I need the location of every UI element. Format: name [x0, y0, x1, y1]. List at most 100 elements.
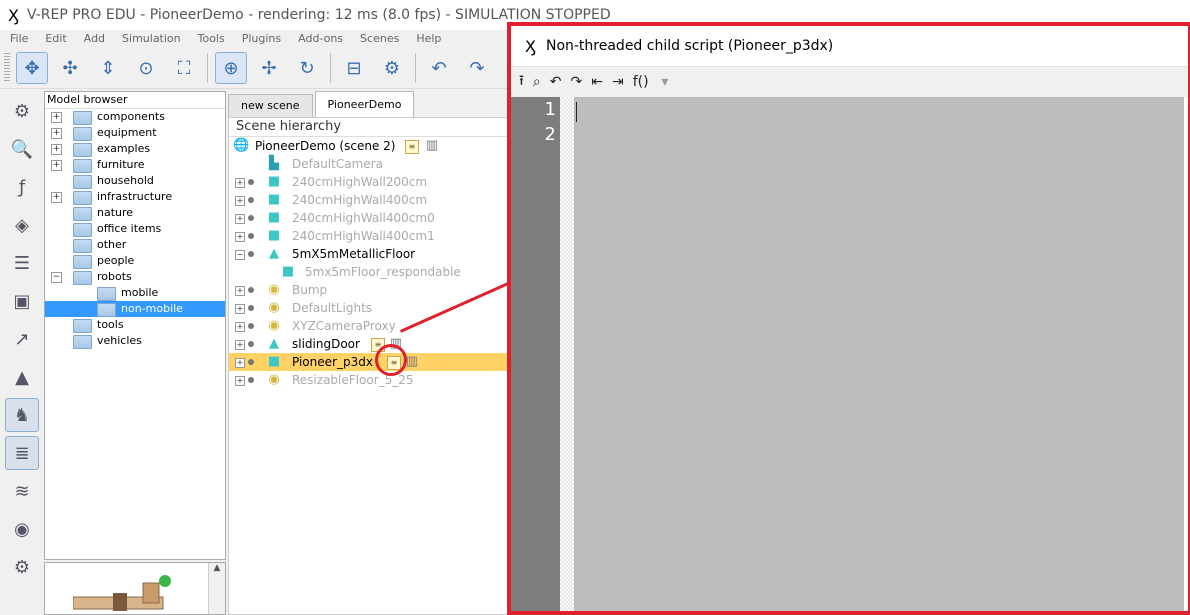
menu-add[interactable]: Add: [74, 32, 112, 45]
model-folder-people[interactable]: people: [45, 253, 225, 269]
scene-object[interactable]: + ▲ slidingDoor ≡ ▥: [229, 335, 509, 353]
calculation-modules-icon[interactable]: 🔍: [5, 132, 39, 166]
model-folder-nature[interactable]: nature: [45, 205, 225, 221]
model-folder-non-mobile[interactable]: non-mobile: [45, 301, 225, 317]
model-folder-robots[interactable]: − robots: [45, 269, 225, 285]
redo-icon[interactable]: ↷: [461, 52, 493, 84]
expand-toggle[interactable]: +: [235, 304, 245, 314]
customization-script-icon[interactable]: ▥: [405, 355, 419, 369]
collapse-toggle[interactable]: −: [51, 272, 62, 283]
scene-object[interactable]: + ■ 240cmHighWall400cm1: [229, 227, 509, 245]
tab-pioneerdemo[interactable]: PioneerDemo: [314, 91, 415, 117]
scene-object[interactable]: + ◉ ResizableFloor_5_25: [229, 371, 509, 389]
expand-toggle[interactable]: +: [235, 322, 245, 332]
menu-tools[interactable]: Tools: [188, 32, 232, 45]
script-function-icon[interactable]: ƒ: [5, 170, 39, 204]
scene-object-pioneer[interactable]: + ■ Pioneer_p3dx ≡ ▥: [229, 353, 509, 371]
code-editor-area[interactable]: [574, 97, 1184, 611]
scripts-icon[interactable]: ☰: [5, 246, 39, 280]
tab-new-scene[interactable]: new scene: [228, 94, 313, 117]
line-number: 1: [544, 99, 556, 120]
scene-hierarchy-toggle-icon[interactable]: ≣: [5, 436, 39, 470]
thumbnail-scrollbar[interactable]: ▲: [208, 563, 225, 614]
expand-toggle[interactable]: +: [235, 358, 245, 368]
menu-simulation[interactable]: Simulation: [112, 32, 188, 45]
redo-icon[interactable]: ↷: [570, 74, 582, 90]
path-icon[interactable]: ↗: [5, 322, 39, 356]
model-folder-furniture[interactable]: + furniture: [45, 157, 225, 173]
expand-toggle[interactable]: +: [235, 232, 245, 242]
collapse-toggle[interactable]: −: [235, 250, 245, 260]
scene-object[interactable]: − ▲ 5mX5mMetallicFloor: [229, 245, 509, 263]
simulation-settings-icon[interactable]: ⚙: [5, 94, 39, 128]
menu-plugins[interactable]: Plugins: [232, 32, 288, 45]
camera-rotate-icon[interactable]: ✣: [54, 52, 86, 84]
click-select-icon[interactable]: ⊕: [215, 52, 247, 84]
expand-toggle[interactable]: +: [235, 340, 245, 350]
function-list-dropdown[interactable]: f() ▾: [633, 74, 678, 90]
video-recorder-icon[interactable]: ◉: [5, 512, 39, 546]
camera-angle-icon[interactable]: ⊙: [130, 52, 162, 84]
model-folder-household[interactable]: household: [45, 173, 225, 189]
scene-object[interactable]: + ◉ XYZCameraProxy: [229, 317, 509, 335]
scene-object[interactable]: ■ 5mx5mFloor_respondable: [229, 263, 509, 281]
model-browser-toggle-icon[interactable]: ♞: [5, 398, 39, 432]
scene-object[interactable]: ▙ DefaultCamera: [229, 155, 509, 173]
customization-script-icon[interactable]: ▥: [425, 139, 439, 153]
scene-root[interactable]: 🌐 PioneerDemo (scene 2) ≡ ▥: [229, 137, 509, 155]
expand-toggle[interactable]: +: [235, 214, 245, 224]
menu-scenes[interactable]: Scenes: [350, 32, 406, 45]
expand-toggle[interactable]: +: [51, 160, 62, 171]
scene-object[interactable]: + ◉ Bump: [229, 281, 509, 299]
assemble-icon[interactable]: ⊟: [338, 52, 370, 84]
indent-icon[interactable]: ⇥: [612, 74, 624, 90]
menu-file[interactable]: File: [0, 32, 35, 45]
object-rotate-icon[interactable]: ↻: [291, 52, 323, 84]
fit-to-view-icon[interactable]: ⛶: [168, 52, 200, 84]
search-icon[interactable]: ⌕: [533, 74, 541, 90]
upload-icon[interactable]: ⭱: [519, 70, 524, 94]
unindent-icon[interactable]: ⇤: [591, 74, 603, 90]
expand-toggle[interactable]: +: [51, 144, 62, 155]
expand-toggle[interactable]: +: [51, 112, 62, 123]
layers-icon[interactable]: ≋: [5, 474, 39, 508]
robot-arm-thumbnail[interactable]: [73, 575, 183, 615]
camera-pan-icon[interactable]: ✥: [16, 52, 48, 84]
menu-edit[interactable]: Edit: [35, 32, 73, 45]
selection-icon[interactable]: ▣: [5, 284, 39, 318]
object-shift-icon[interactable]: ✢: [253, 52, 285, 84]
script-icon[interactable]: ≡: [405, 140, 419, 154]
undo-icon[interactable]: ↶: [550, 74, 562, 90]
model-folder-infrastructure[interactable]: + infrastructure: [45, 189, 225, 205]
user-settings-icon[interactable]: ⚙: [5, 550, 39, 584]
expand-toggle[interactable]: +: [51, 192, 62, 203]
model-folder-office-items[interactable]: office items: [45, 221, 225, 237]
model-folder-mobile[interactable]: mobile: [45, 285, 225, 301]
shape-edit-icon[interactable]: ◈: [5, 208, 39, 242]
menu-add-ons[interactable]: Add-ons: [288, 32, 350, 45]
toolbar-grip[interactable]: [4, 53, 10, 83]
model-folder-examples[interactable]: + examples: [45, 141, 225, 157]
scene-object[interactable]: + ■ 240cmHighWall200cm: [229, 173, 509, 191]
expand-toggle[interactable]: +: [235, 376, 245, 386]
menu-help[interactable]: Help: [406, 32, 448, 45]
scene-object[interactable]: + ■ 240cmHighWall400cm: [229, 191, 509, 209]
transfer-dna-icon[interactable]: ⚙: [376, 52, 408, 84]
undo-icon[interactable]: ↶: [423, 52, 455, 84]
fold-margin[interactable]: [560, 97, 574, 611]
expand-toggle[interactable]: +: [235, 178, 245, 188]
model-folder-components[interactable]: + components: [45, 109, 225, 125]
expand-toggle[interactable]: +: [235, 286, 245, 296]
model-folder-other[interactable]: other: [45, 237, 225, 253]
model-dot-icon: [248, 215, 254, 221]
scroll-up-icon[interactable]: ▲: [209, 563, 225, 573]
model-folder-tools[interactable]: tools: [45, 317, 225, 333]
collections-icon[interactable]: ▲: [5, 360, 39, 394]
model-folder-equipment[interactable]: + equipment: [45, 125, 225, 141]
script-editor-toolbar: ⭱ ⌕ ↶ ↷ ⇤ ⇥ f() ▾: [511, 67, 1188, 97]
scene-object[interactable]: + ■ 240cmHighWall400cm0: [229, 209, 509, 227]
model-folder-vehicles[interactable]: vehicles: [45, 333, 225, 349]
expand-toggle[interactable]: +: [235, 196, 245, 206]
expand-toggle[interactable]: +: [51, 128, 62, 139]
camera-shift-icon[interactable]: ⇕: [92, 52, 124, 84]
